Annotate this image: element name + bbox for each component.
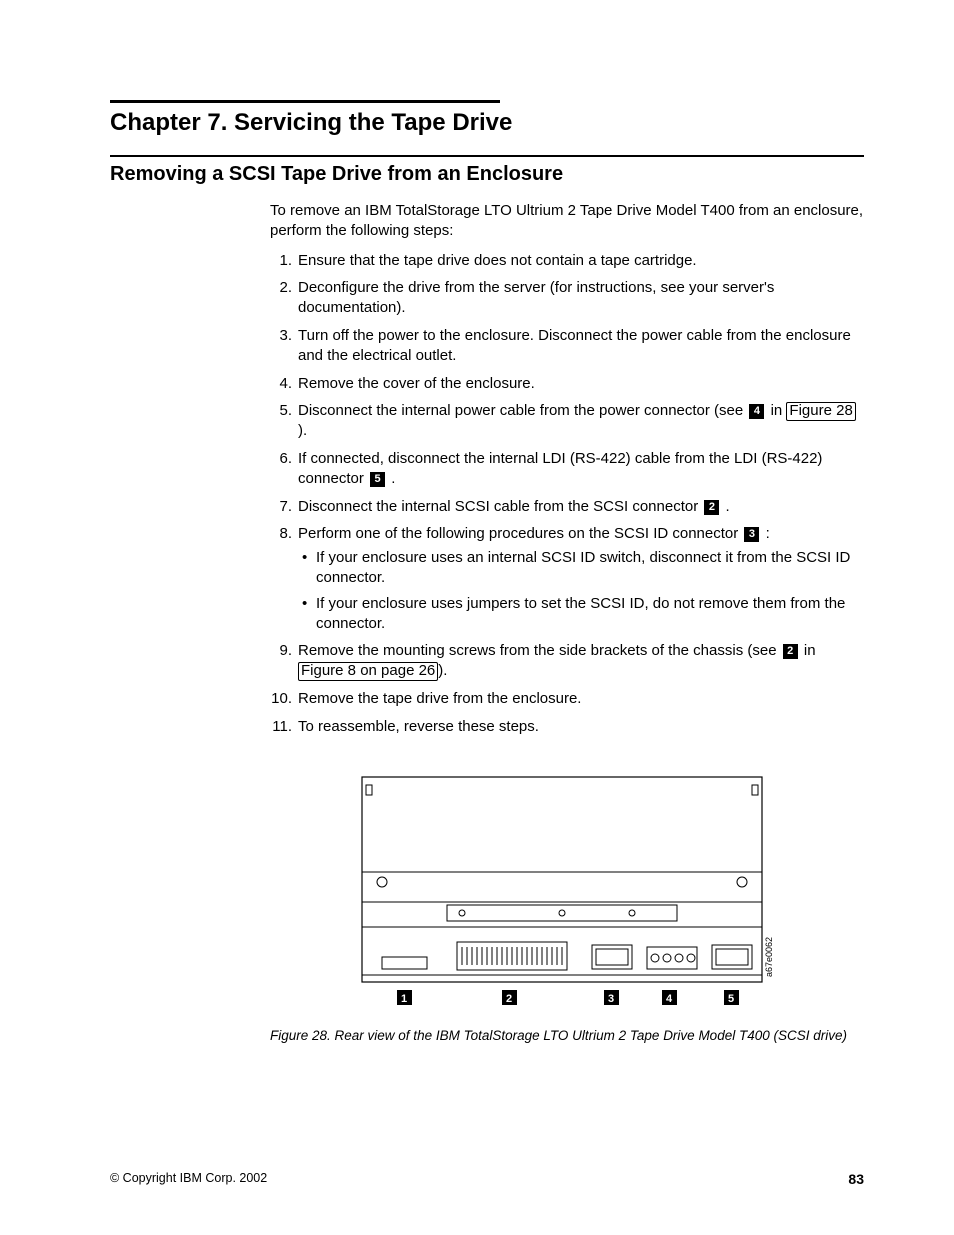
step-text: . xyxy=(387,470,395,487)
step-9: Remove the mounting screws from the side… xyxy=(270,641,864,681)
chapter-title: Chapter 7. Servicing the Tape Drive xyxy=(110,109,864,137)
step-11: To reassemble, reverse these steps. xyxy=(270,717,864,737)
intro-paragraph: To remove an IBM TotalStorage LTO Ultriu… xyxy=(270,201,864,241)
document-page: Chapter 7. Servicing the Tape Drive Remo… xyxy=(0,0,954,1235)
step-5: Disconnect the internal power cable from… xyxy=(270,401,864,441)
tape-drive-rear-diagram: 1 2 3 4 5 a67e0062 xyxy=(352,767,782,1017)
chapter-rule xyxy=(110,100,500,103)
body-content: To remove an IBM TotalStorage LTO Ultriu… xyxy=(270,201,864,1044)
diagram-callout-4: 4 xyxy=(666,993,673,1005)
step-text: ). xyxy=(298,422,307,439)
step-text: Deconfigure the drive from the server (f… xyxy=(298,279,774,316)
figure-caption: Figure 28. Rear view of the IBM TotalSto… xyxy=(270,1027,864,1045)
callout-4-icon: 4 xyxy=(749,404,764,419)
page-number: 83 xyxy=(848,1171,864,1187)
step-1: Ensure that the tape drive does not cont… xyxy=(270,251,864,271)
figure-28-link[interactable]: Figure 28 xyxy=(786,402,855,421)
substep-list: If your enclosure uses an internal SCSI … xyxy=(298,548,864,633)
figure-reference-code: a67e0062 xyxy=(764,936,774,976)
step-text: To reassemble, reverse these steps. xyxy=(298,718,539,735)
step-text: in xyxy=(800,642,816,659)
substep-text: If your enclosure uses an internal SCSI … xyxy=(316,549,850,586)
step-text: Remove the mounting screws from the side… xyxy=(298,642,781,659)
substep-2: If your enclosure uses jumpers to set th… xyxy=(298,594,864,634)
step-text: Disconnect the internal SCSI cable from … xyxy=(298,498,702,515)
step-8: Perform one of the following procedures … xyxy=(270,524,864,633)
step-7: Disconnect the internal SCSI cable from … xyxy=(270,497,864,517)
step-text: ). xyxy=(438,662,447,679)
substep-text: If your enclosure uses jumpers to set th… xyxy=(316,595,845,632)
step-text: : xyxy=(761,525,769,542)
step-3: Turn off the power to the enclosure. Dis… xyxy=(270,326,864,366)
step-text: . xyxy=(721,498,729,515)
step-text: in xyxy=(766,402,786,419)
step-text: Turn off the power to the enclosure. Dis… xyxy=(298,327,851,364)
step-text: Disconnect the internal power cable from… xyxy=(298,402,747,419)
callout-5-icon: 5 xyxy=(370,472,385,487)
step-10: Remove the tape drive from the enclosure… xyxy=(270,689,864,709)
diagram-callout-1: 1 xyxy=(401,993,407,1005)
figure-8-link[interactable]: Figure 8 on page 26 xyxy=(298,662,438,681)
callout-2-icon: 2 xyxy=(783,644,798,659)
page-footer: © Copyright IBM Corp. 2002 83 xyxy=(110,1171,864,1187)
section-title: Removing a SCSI Tape Drive from an Enclo… xyxy=(110,163,864,186)
step-list: Ensure that the tape drive does not cont… xyxy=(270,251,864,737)
diagram-callout-3: 3 xyxy=(608,993,614,1005)
diagram-callout-2: 2 xyxy=(506,993,512,1005)
copyright-text: © Copyright IBM Corp. 2002 xyxy=(110,1171,267,1185)
callout-2-icon: 2 xyxy=(704,500,719,515)
callout-3-icon: 3 xyxy=(744,527,759,542)
step-text: Remove the cover of the enclosure. xyxy=(298,375,535,392)
step-4: Remove the cover of the enclosure. xyxy=(270,374,864,394)
step-6: If connected, disconnect the internal LD… xyxy=(270,449,864,489)
step-text: Remove the tape drive from the enclosure… xyxy=(298,690,581,707)
step-2: Deconfigure the drive from the server (f… xyxy=(270,278,864,318)
step-text: Perform one of the following procedures … xyxy=(298,525,742,542)
section-rule xyxy=(110,155,864,157)
step-text: Ensure that the tape drive does not cont… xyxy=(298,252,697,269)
diagram-callout-5: 5 xyxy=(728,993,734,1005)
figure-28: 1 2 3 4 5 a67e0062 Figure 28. Rear view … xyxy=(270,767,864,1045)
substep-1: If your enclosure uses an internal SCSI … xyxy=(298,548,864,588)
